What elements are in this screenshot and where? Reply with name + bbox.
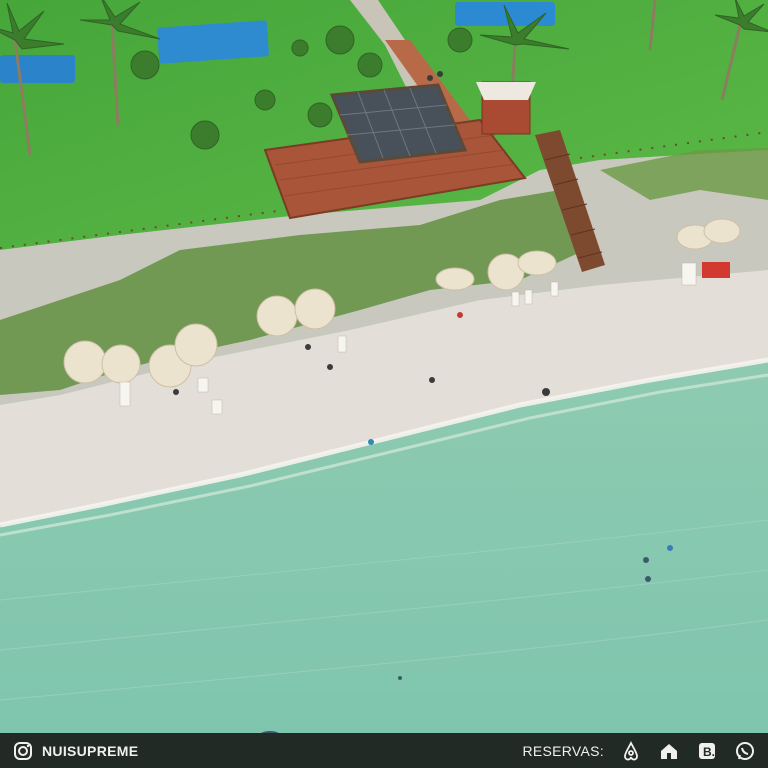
pool-left <box>0 55 75 83</box>
brand-handle: NUISUPREME <box>42 742 139 759</box>
airbnb-icon[interactable] <box>620 740 642 762</box>
reservations: RESERVAS: B. <box>522 740 756 762</box>
pool-top <box>455 2 555 26</box>
reservations-label: RESERVAS: <box>522 742 604 759</box>
aerial-beach-photo <box>0 0 768 733</box>
svg-text:B.: B. <box>703 745 715 759</box>
brand[interactable]: NUISUPREME <box>12 740 138 762</box>
whatsapp-icon[interactable] <box>734 740 756 762</box>
booking-b-icon[interactable]: B. <box>696 740 718 762</box>
house-booking-icon[interactable] <box>658 740 680 762</box>
pool-center <box>157 20 269 64</box>
instagram-icon[interactable] <box>12 740 34 762</box>
footer-bar: NUISUPREME RESERVAS: B. <box>0 733 768 768</box>
